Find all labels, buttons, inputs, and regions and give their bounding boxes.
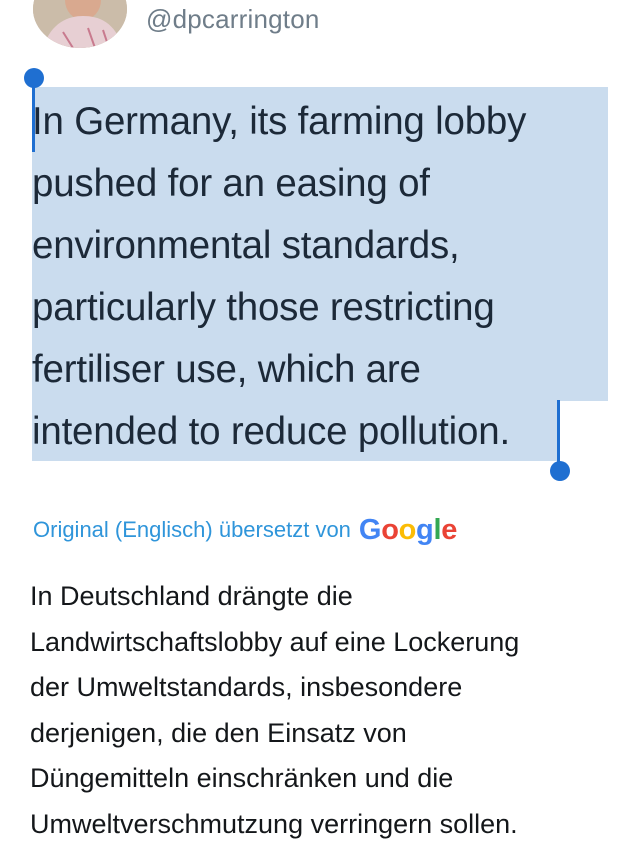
selection-end-handle-icon[interactable] — [550, 461, 570, 481]
translated-text: In Deutschland drängte die Landwirtschaf… — [30, 581, 520, 839]
google-logo: Google — [358, 513, 458, 546]
avatar[interactable] — [33, 0, 127, 48]
translation-attribution[interactable]: Original (Englisch) übersetzt von Google — [33, 513, 457, 547]
profile-photo-icon — [33, 0, 127, 48]
user-handle[interactable]: @dpcarrington — [146, 4, 320, 34]
tweet-text[interactable]: In Germany, its farming lobby pushed for… — [32, 91, 622, 463]
translation-note-label: Original (Englisch) übersetzt von — [33, 517, 351, 542]
